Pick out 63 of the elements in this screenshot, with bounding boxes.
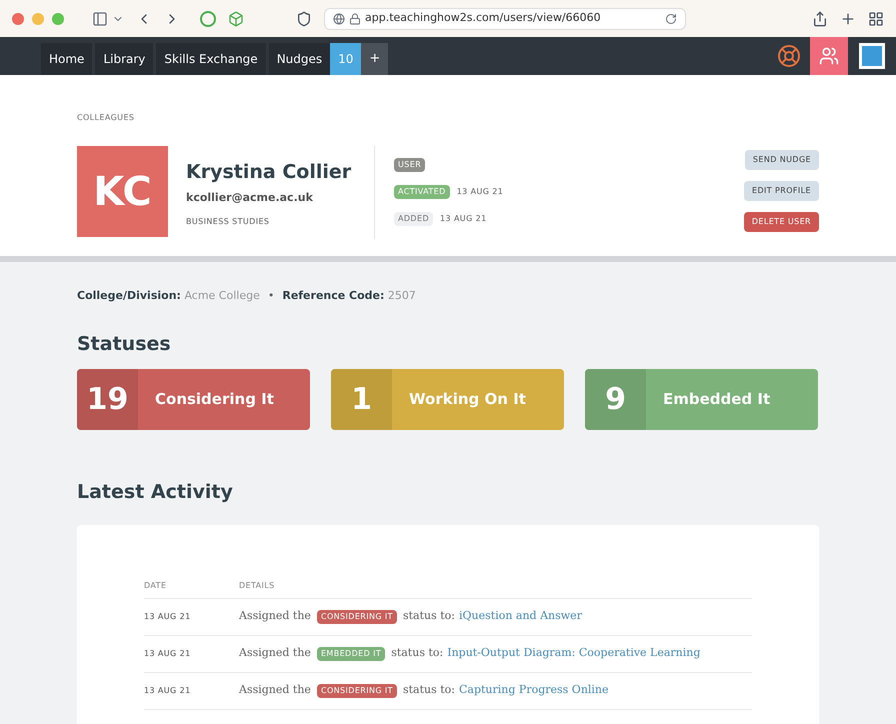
activity-date: 13 AUG 21 xyxy=(144,648,192,660)
user-name: Krystina Collier xyxy=(186,160,352,185)
lifebuoy-icon[interactable] xyxy=(777,44,801,68)
logo-icon[interactable] xyxy=(859,43,885,69)
activity-date: 13 AUG 21 xyxy=(144,610,192,622)
count-badge: 10 xyxy=(330,43,362,75)
activity-link[interactable]: Input-Output Diagram: Cooperative Learning xyxy=(447,645,700,662)
status-tag: CONSIDERING IT xyxy=(316,684,397,698)
status-tag: EMBEDDED IT xyxy=(316,646,386,660)
nav-tab[interactable]: Skills Exchange xyxy=(156,43,266,75)
new-tab-icon[interactable] xyxy=(840,10,856,26)
action-button[interactable]: DELETE USER xyxy=(744,212,819,232)
department: BUSINESS STUDIES xyxy=(186,216,270,228)
team-button[interactable] xyxy=(810,37,848,75)
nav-tab[interactable]: Nudges xyxy=(268,43,330,75)
column-header: DATE xyxy=(144,580,168,592)
add-button[interactable]: + xyxy=(361,43,388,75)
activity-text: Assigned the xyxy=(239,608,311,624)
share-icon[interactable] xyxy=(812,10,828,26)
breadcrumb: COLLEAGUES xyxy=(77,112,134,124)
shield-icon[interactable] xyxy=(296,10,312,26)
url-text: app.teachinghow2s.com/users/view/66060 xyxy=(365,10,602,26)
status-label: Considering It xyxy=(155,389,274,410)
activity-text: status to: xyxy=(402,682,455,698)
lock-icon xyxy=(349,12,361,24)
separator-dot: • xyxy=(268,288,274,304)
status-tag: ACTIVATED xyxy=(394,185,450,199)
activity-link[interactable]: iQuestion and Answer xyxy=(459,608,582,625)
nav-tab[interactable]: Home xyxy=(41,43,92,75)
activity-text: status to: xyxy=(402,608,455,624)
section-title: Statuses xyxy=(77,332,171,356)
status-tag: ADDED xyxy=(394,212,434,226)
cube-icon[interactable] xyxy=(228,10,244,26)
user-email: kcollier@acme.ac.uk xyxy=(186,190,313,206)
column-header: DETAILS xyxy=(239,580,275,592)
status-tag: USER xyxy=(394,158,426,172)
activity-link[interactable]: Capturing Progress Online xyxy=(459,682,609,699)
avatar: KC xyxy=(77,146,168,237)
tab-overview-icon[interactable] xyxy=(868,10,884,26)
tag-date: 13 AUG 21 xyxy=(456,186,504,198)
status-tag: CONSIDERING IT xyxy=(316,610,397,624)
section-title: Latest Activity xyxy=(77,480,233,505)
people-icon xyxy=(819,46,839,66)
activity-text: Assigned the xyxy=(239,645,311,662)
activity-text: status to: xyxy=(391,645,444,662)
tag-date: 13 AUG 21 xyxy=(440,213,487,225)
activity-text: Assigned the xyxy=(239,682,311,698)
status-label: Working On It xyxy=(409,389,526,410)
meta-text: Reference Code: 2507 xyxy=(282,288,416,304)
status-label: Embedded It xyxy=(663,389,770,410)
activity-date: 13 AUG 21 xyxy=(144,684,192,696)
address-bar[interactable]: app.teachinghow2s.com/users/view/66060 xyxy=(324,8,686,30)
action-button[interactable]: EDIT PROFILE xyxy=(744,181,819,201)
meta-text: College/Division: Acme College xyxy=(77,288,260,304)
status-count: 19 xyxy=(77,369,138,430)
globe-icon xyxy=(333,12,345,24)
nav-tab[interactable]: Library xyxy=(95,43,154,75)
status-count: 1 xyxy=(331,369,392,430)
action-button[interactable]: SEND NUDGE xyxy=(744,150,819,170)
status-count: 9 xyxy=(585,369,646,430)
reload-icon[interactable] xyxy=(665,12,677,24)
sidebar-icon[interactable] xyxy=(92,10,108,26)
status-card[interactable]: 19 Considering It xyxy=(77,369,310,430)
